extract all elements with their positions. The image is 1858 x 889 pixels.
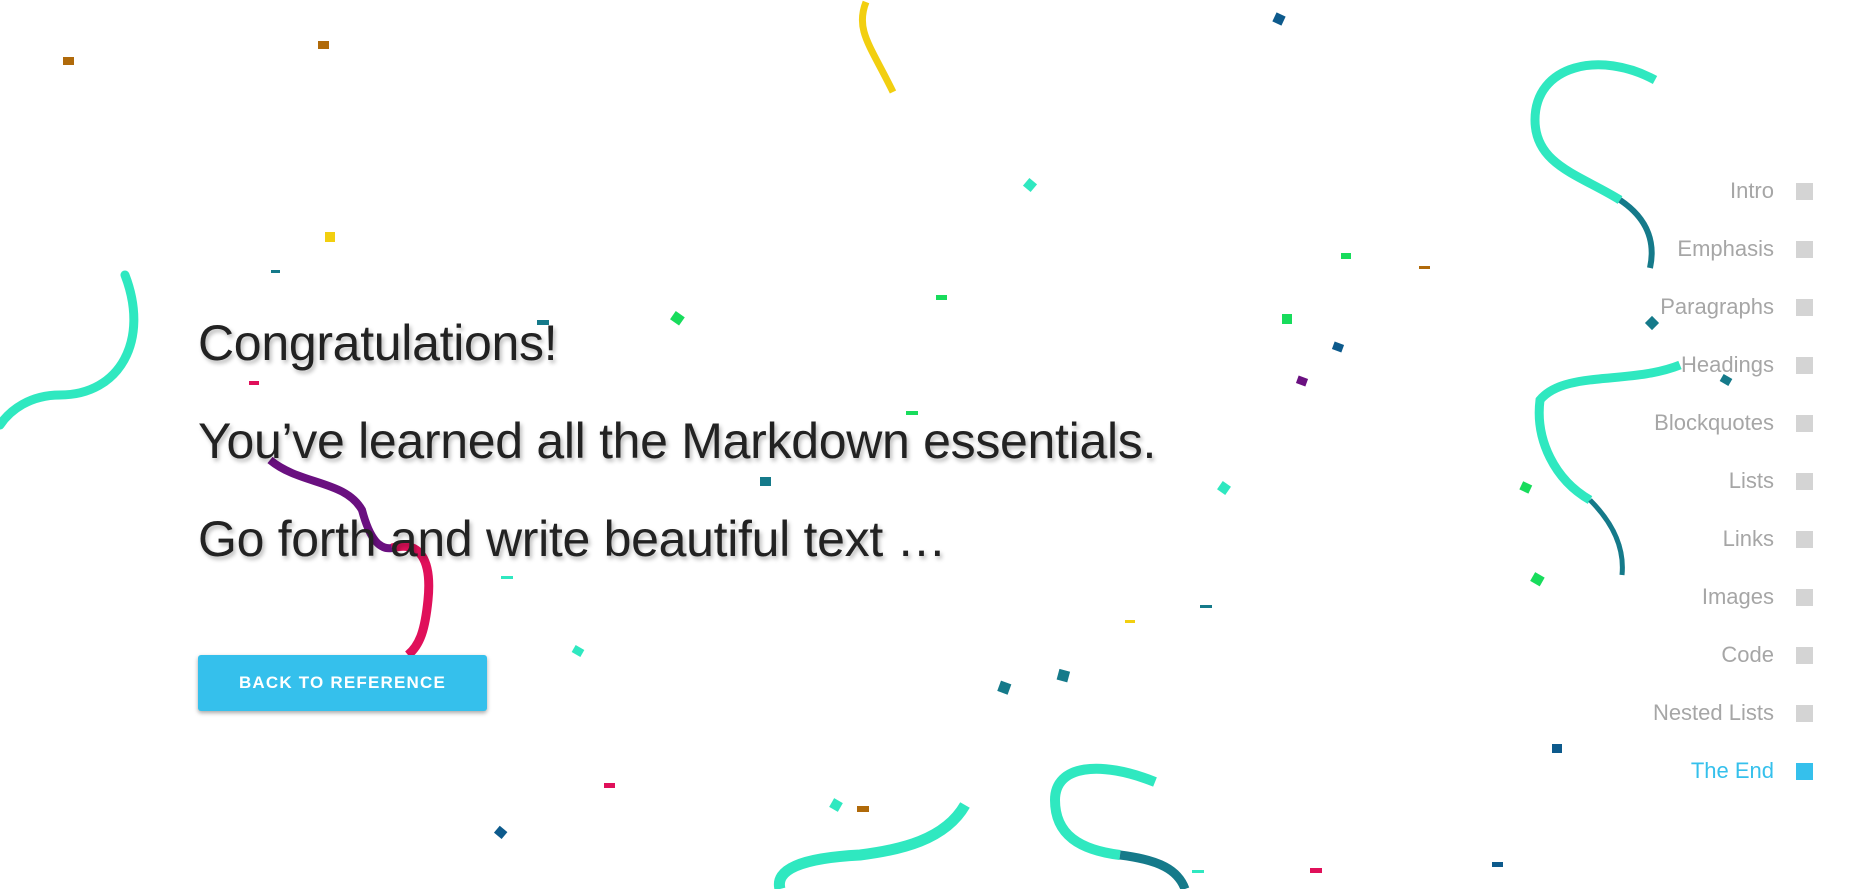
nav-item-label: Lists [1728,468,1774,493]
nav-item-paragraphs[interactable]: Paragraphs [1653,278,1813,336]
confetti-ribbon [1530,60,1658,204]
confetti-piece [1310,868,1322,873]
confetti-piece [1200,605,1212,608]
confetti-ribbon [1588,498,1625,576]
confetti-piece [63,57,74,65]
nav-item-nested-lists[interactable]: Nested Lists [1653,684,1813,742]
nav-indicator-icon [1796,762,1813,780]
confetti-piece [1125,620,1135,623]
confetti-piece [1552,744,1562,753]
congratulations-heading: Congratulations! [198,315,558,371]
nav-item-headings[interactable]: Headings [1653,336,1813,394]
confetti-ribbon [1618,197,1655,269]
confetti-piece [271,270,280,273]
nav-indicator-icon [1796,530,1813,548]
nav-indicator-icon [1796,588,1813,606]
nav-item-intro[interactable]: Intro [1653,162,1813,220]
confetti-piece [1192,870,1204,873]
confetti-ribbon [1049,763,1157,860]
confetti-ribbon [858,0,897,94]
confetti-piece [1217,481,1231,495]
nav-item-emphasis[interactable]: Emphasis [1653,220,1813,278]
confetti-piece [1419,266,1430,269]
nav-item-label: Paragraphs [1660,294,1774,319]
confetti-piece [604,783,615,788]
confetti-ribbon [1119,850,1190,889]
congratulations-page: Congratulations! You’ve learned all the … [0,0,1858,889]
nav-item-blockquotes[interactable]: Blockquotes [1653,394,1813,452]
confetti-piece [936,295,947,300]
confetti-piece [829,798,843,812]
nav-item-label: Emphasis [1677,236,1774,261]
confetti-piece [857,806,869,812]
confetti-piece [1022,177,1038,193]
nav-item-lists[interactable]: Lists [1653,452,1813,510]
nav-item-label: Images [1701,584,1774,609]
nav-item-code[interactable]: Code [1653,626,1813,684]
nav-item-label: Links [1722,526,1774,551]
confetti-piece [1282,314,1292,324]
nav-item-label: Headings [1681,352,1774,377]
nav-indicator-icon [1796,472,1813,490]
nav-item-label: Intro [1729,178,1774,203]
confetti-piece [1492,862,1503,867]
essentials-message: You’ve learned all the Markdown essentia… [198,413,1157,469]
confetti-piece [1331,341,1345,353]
confetti-piece [318,41,329,49]
confetti-ribbon [0,270,139,430]
nav-indicator-icon [1796,414,1813,432]
confetti-piece [571,645,585,657]
nav-indicator-icon [1796,704,1813,722]
confetti-ribbon [773,802,970,889]
confetti-piece [1056,668,1071,683]
nav-indicator-icon [1796,240,1813,258]
nav-item-label: Blockquotes [1654,410,1774,435]
confetti-piece [1530,572,1545,587]
nav-item-label: Code [1721,642,1774,667]
completion-message: Congratulations! You’ve learned all the … [198,315,1156,609]
confetti-piece [1295,375,1309,387]
confetti-piece [1519,481,1533,494]
nav-item-label: The End [1690,758,1774,783]
nav-indicator-icon [1796,646,1813,664]
nav-item-images[interactable]: Images [1653,568,1813,626]
back-to-reference-button[interactable]: BACK TO REFERENCE [198,655,487,711]
nav-indicator-icon [1796,356,1813,374]
nav-indicator-icon [1796,298,1813,316]
confetti-piece [1341,253,1351,259]
nav-indicator-icon [1796,182,1813,200]
confetti-piece [493,825,508,840]
confetti-piece [325,232,335,242]
nav-item-label: Nested Lists [1652,700,1774,725]
confetti-piece [1272,12,1286,26]
section-navigation: Intro Emphasis Paragraphs Headings Block… [1653,162,1813,800]
nav-item-links[interactable]: Links [1653,510,1813,568]
write-message: Go forth and write beautiful text … [198,511,947,567]
confetti-piece [997,680,1012,695]
nav-item-the-end[interactable]: The End [1653,742,1813,800]
